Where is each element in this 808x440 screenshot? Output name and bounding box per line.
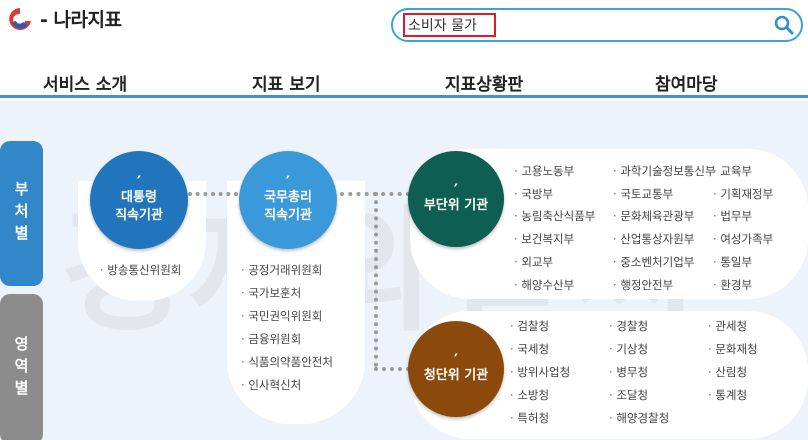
connector-line [374, 192, 378, 367]
tick-mark: ′ [285, 172, 291, 191]
ministry-org-item[interactable]: 문화체육관광부 [613, 208, 694, 224]
ministry-org-item[interactable]: 중소벤처기업부 [613, 254, 694, 270]
tab-by-area[interactable]: 영역별 [0, 294, 43, 440]
agency-org-item[interactable]: 특허청 [510, 410, 549, 426]
connector-line [188, 192, 238, 196]
tick-mark: ′ [136, 172, 142, 191]
agency-org-item[interactable]: 기상청 [609, 341, 648, 357]
agency-org-item[interactable]: 조달청 [609, 387, 648, 403]
search-button[interactable] [773, 15, 795, 37]
ministry-org-item[interactable]: 국방부 [514, 186, 553, 202]
search-input[interactable] [403, 13, 496, 37]
tab-by-area-label: 영역별 [12, 336, 30, 402]
pm-label-2: 직속기관 [264, 208, 312, 223]
tick-mark: ′ [453, 180, 459, 199]
agency-org-item[interactable]: 산림청 [708, 364, 747, 380]
ministry-org-item[interactable]: 기획재정부 [713, 186, 773, 202]
ministry-circle[interactable]: ′ 부단위 기관 [408, 151, 504, 247]
tab-by-ministry-label: 부처별 [12, 180, 30, 247]
ministry-org-item[interactable]: 해양수산부 [514, 277, 574, 293]
nav-participation[interactable]: 참여마당 [655, 70, 718, 95]
ministry-org-item[interactable]: 법무부 [713, 208, 752, 224]
ministry-org-item[interactable]: 과학기술정보통신부 [613, 163, 715, 179]
search-icon [774, 15, 794, 35]
ministry-label: 부단위 기관 [423, 198, 489, 213]
ministry-org-item[interactable]: 고용노동부 [514, 163, 574, 179]
pm-org-item[interactable]: 국가보훈처 [241, 285, 301, 301]
nav-dashboard[interactable]: 지표상황판 [445, 70, 523, 95]
ministry-org-item[interactable]: 보건복지부 [514, 231, 574, 247]
nav-view-indicators[interactable]: 지표 보기 [252, 70, 320, 95]
agency-circle[interactable]: ′ 청단위 기관 [408, 321, 504, 417]
pm-org-item[interactable]: 금융위원회 [241, 331, 301, 347]
agency-org-item[interactable]: 소방청 [510, 387, 549, 403]
pm-circle[interactable]: ′ 국무총리 직속기관 [239, 151, 337, 249]
ministry-org-item[interactable]: 산업통상자원부 [613, 231, 694, 247]
agency-org-item[interactable]: 관세청 [708, 318, 747, 334]
agency-org-item[interactable]: 통계청 [708, 387, 747, 403]
ministry-org-item[interactable]: 외교부 [514, 254, 553, 270]
main-nav: 서비스 소개 지표 보기 지표상황판 참여마당 [0, 58, 808, 98]
president-org-item[interactable]: 방송통신위원회 [100, 262, 181, 278]
pm-org-item[interactable]: 인사혁신처 [241, 377, 301, 393]
ministry-org-item[interactable]: 교육부 [713, 163, 752, 179]
ministry-org-item[interactable]: 국토교통부 [613, 186, 673, 202]
president-label-2: 직속기관 [115, 208, 163, 223]
agency-org-item[interactable]: 국세청 [510, 341, 549, 357]
content-area: 경제와날씨 부처별 영역별 ′ 대통령 직속기관 ′ 국무총리 직속기관 ′ 부… [0, 101, 808, 440]
agency-org-item[interactable]: 경찰청 [609, 318, 648, 334]
ministry-org-item[interactable]: 환경부 [713, 277, 752, 293]
agency-org-item[interactable]: 방위사업청 [510, 364, 570, 380]
pm-org-item[interactable]: 식품의약품안전처 [241, 354, 333, 370]
agency-label: 청단위 기관 [423, 368, 489, 383]
agency-org-item[interactable]: 문화재청 [708, 341, 757, 357]
ministry-org-item[interactable]: 여성가족부 [713, 231, 773, 247]
header: - 나라지표 [0, 0, 808, 58]
ministry-org-item[interactable]: 행정안전부 [613, 277, 673, 293]
site-title: - 나라지표 [40, 9, 122, 31]
president-label-1: 대통령 [121, 190, 157, 205]
agency-org-item[interactable]: 병무청 [609, 364, 648, 380]
pm-label-1: 국무총리 [264, 190, 312, 205]
tick-mark: ′ [453, 350, 459, 369]
pm-org-item[interactable]: 공정거래위원회 [241, 262, 322, 278]
president-circle[interactable]: ′ 대통령 직속기관 [90, 151, 188, 249]
ministry-org-item[interactable]: 통일부 [713, 254, 752, 270]
connector-line [374, 367, 410, 371]
ministry-org-item[interactable]: 농림축산식품부 [514, 208, 595, 224]
tab-by-ministry[interactable]: 부처별 [0, 141, 43, 286]
nara-logo-icon[interactable] [6, 6, 34, 32]
nav-service-intro[interactable]: 서비스 소개 [43, 70, 127, 95]
agency-org-item[interactable]: 검찰청 [510, 318, 549, 334]
agency-org-item[interactable]: 해양경찰청 [609, 410, 669, 426]
search-box [391, 8, 803, 42]
pm-org-item[interactable]: 국민권익위원회 [241, 308, 322, 324]
